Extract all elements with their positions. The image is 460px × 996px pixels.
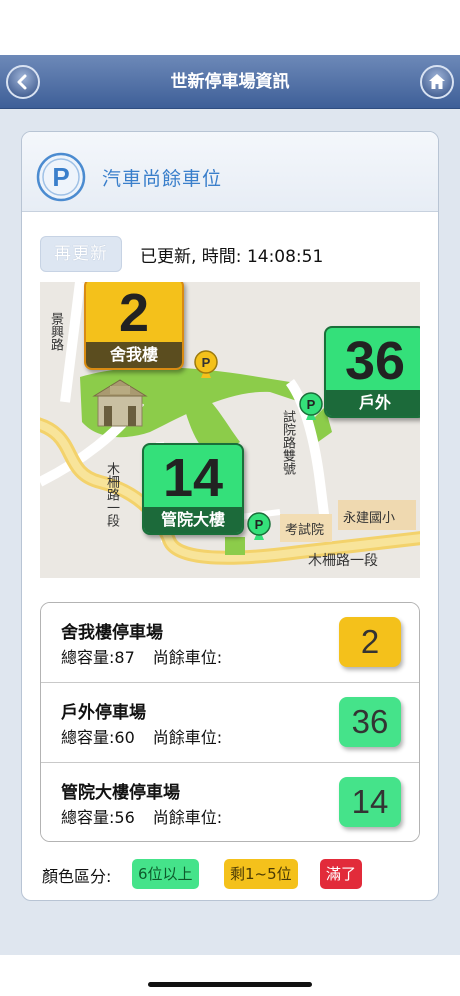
lot-detail: 總容量:56 尚餘車位: [61, 804, 240, 828]
building-label-yongjian: 永建國小 [343, 511, 396, 526]
legend-chip-red: 滿了 [320, 859, 363, 889]
lot-name: 管院大樓停車場 [61, 783, 180, 803]
refresh-button[interactable]: 再更新 [40, 236, 122, 272]
home-indicator[interactable] [148, 982, 312, 987]
lot-count-badge: 2 [339, 617, 401, 667]
map-badge-guanyuan[interactable]: 14 管院大樓 [142, 443, 244, 535]
lot-capacity: 總容量:87 [61, 648, 135, 667]
parking-marker-guanyuan: P [247, 512, 271, 540]
home-button[interactable] [420, 65, 454, 99]
legend-chip-green: 6位以上 [132, 859, 199, 889]
lot-remaining-label: 尚餘車位: [152, 808, 223, 827]
street-label-shiyuan: 試院路雙號 [280, 410, 295, 475]
svg-text:P: P [52, 162, 69, 192]
home-icon [429, 74, 445, 89]
svg-text:P: P [255, 517, 264, 532]
card-title: 汽車尚餘車位 [102, 168, 223, 190]
campus-map[interactable]: P P P 景興路 木柵路一段 試院路雙號 考試院 永建國小 木柵路一段 2 舍… [40, 282, 420, 578]
navigation-bar: 世新停車場資訊 [0, 55, 460, 109]
content-area: P 汽車尚餘車位 再更新 已更新, 時間: 14:08:51 P P P 景興路… [0, 109, 460, 955]
lot-remaining-label: 尚餘車位: [152, 728, 223, 747]
lot-capacity: 總容量:56 [61, 808, 135, 827]
parking-lot-list: 舍我樓停車場 總容量:87 尚餘車位: 2 戶外停車場 總容量:60 尚餘車位: 3… [40, 602, 420, 842]
badge-label: 舍我樓 [86, 342, 182, 368]
lot-detail: 總容量:60 尚餘車位: [61, 724, 240, 748]
parking-icon: P [36, 152, 86, 202]
lot-name: 戶外停車場 [61, 703, 146, 723]
list-item-shewo[interactable]: 舍我樓停車場 總容量:87 尚餘車位: 2 [41, 603, 419, 683]
badge-count: 2 [118, 283, 150, 343]
list-item-guanyuan[interactable]: 管院大樓停車場 總容量:56 尚餘車位: 14 [41, 763, 419, 841]
street-label-muzha-vertical: 木柵路一段 [104, 462, 119, 527]
badge-count: 14 [162, 448, 224, 508]
badge-label: 管院大樓 [144, 507, 242, 533]
street-label-jingxing: 景興路 [48, 312, 63, 351]
card-header: P 汽車尚餘車位 [22, 132, 438, 212]
badge-count: 36 [344, 331, 406, 391]
update-status: 已更新, 時間: 14:08:51 [140, 247, 324, 267]
svg-text:P: P [307, 397, 316, 412]
badge-label: 戶外 [326, 390, 420, 416]
list-item-outdoor[interactable]: 戶外停車場 總容量:60 尚餘車位: 36 [41, 683, 419, 763]
lot-count-badge: 14 [339, 777, 401, 827]
parking-card: P 汽車尚餘車位 再更新 已更新, 時間: 14:08:51 P P P 景興路… [21, 131, 439, 901]
legend-label: 顏色區分: [42, 867, 112, 886]
page-title: 世新停車場資訊 [170, 72, 290, 92]
lot-detail: 總容量:87 尚餘車位: [61, 644, 240, 668]
lot-name: 舍我樓停車場 [61, 623, 163, 643]
building-label-kaoshiyuan: 考試院 [285, 523, 325, 538]
svg-text:P: P [202, 355, 211, 370]
map-badge-shewo[interactable]: 2 舍我樓 [84, 282, 184, 370]
lot-remaining-label: 尚餘車位: [152, 648, 223, 667]
lot-capacity: 總容量:60 [61, 728, 135, 747]
map-badge-outdoor[interactable]: 36 戶外 [324, 326, 420, 418]
lot-count-badge: 36 [339, 697, 401, 747]
legend-chip-yellow: 剩1~5位 [224, 859, 298, 889]
street-label-muzha-horizontal: 木柵路一段 [308, 553, 378, 569]
